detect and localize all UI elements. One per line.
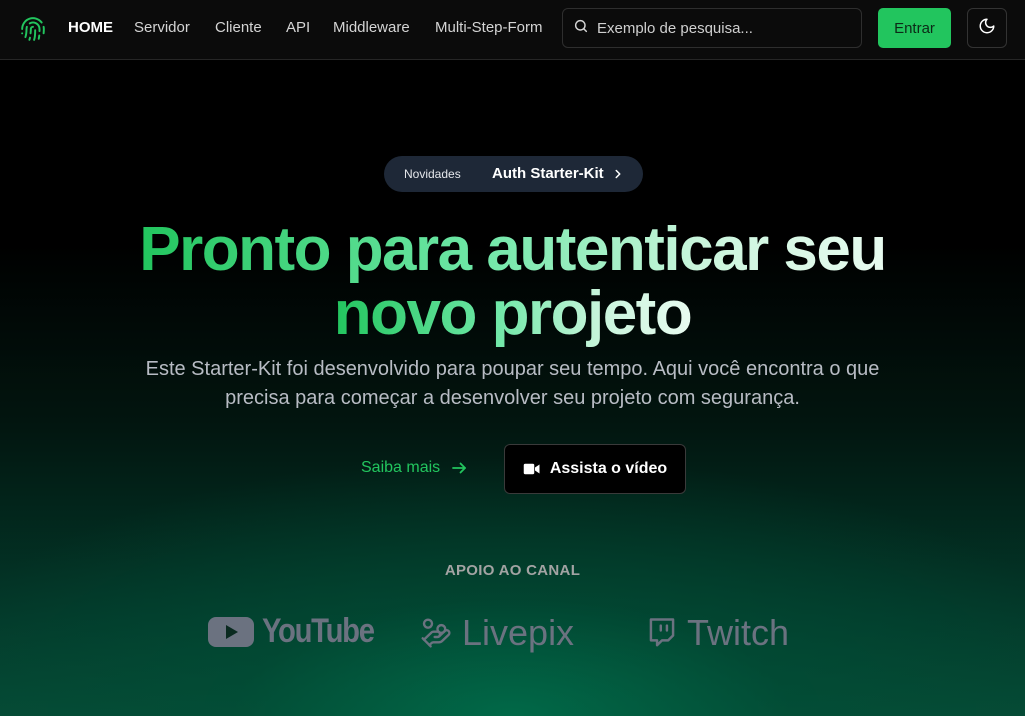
nav-link-api[interactable]: API xyxy=(286,19,310,36)
moon-icon xyxy=(978,17,996,40)
search-box[interactable] xyxy=(562,8,862,48)
search-input[interactable] xyxy=(597,19,847,37)
nav-link-home[interactable]: HOME xyxy=(68,19,113,36)
hero-title-line-2: novo projeto xyxy=(333,279,693,348)
search-icon xyxy=(573,18,589,39)
hero-title: Pronto para autenticar seu novo projeto xyxy=(0,218,1025,346)
badge-title: Auth Starter-Kit xyxy=(492,165,604,182)
nav-link-multi-step-form[interactable]: Multi-Step-Form xyxy=(435,19,543,36)
support-title: APOIO AO CANAL xyxy=(444,562,581,579)
partner-twitch[interactable]: Twitch xyxy=(647,612,789,654)
fingerprint-logo-icon[interactable] xyxy=(20,16,46,42)
partner-twitch-label: Twitch xyxy=(687,612,790,653)
login-button[interactable]: Entrar xyxy=(878,8,951,48)
hand-coin-icon xyxy=(420,617,452,649)
news-badge[interactable]: Novidades Auth Starter-Kit xyxy=(384,156,643,192)
hero-title-line-1: Pronto para autenticar seu xyxy=(139,215,887,284)
partner-livepix-label: Livepix xyxy=(462,612,575,653)
badge-tag: Novidades xyxy=(404,167,461,181)
theme-toggle-button[interactable] xyxy=(967,8,1007,48)
arrow-right-icon xyxy=(450,459,468,477)
watch-video-label: Assista o vídeo xyxy=(549,460,668,477)
learn-more-label: Saiba mais xyxy=(361,459,441,476)
hero-subtitle: Este Starter-Kit foi desenvolvido para p… xyxy=(145,358,880,409)
learn-more-link[interactable]: Saiba mais xyxy=(361,459,468,477)
nav-link-cliente[interactable]: Cliente xyxy=(215,19,262,36)
navbar: HOME Servidor Cliente API Middleware Mul… xyxy=(0,0,1025,60)
partner-livepix[interactable]: Livepix xyxy=(420,612,574,654)
partner-youtube[interactable]: YouTube xyxy=(208,612,392,651)
chevron-right-icon xyxy=(611,166,625,187)
partner-youtube-label: YouTube xyxy=(262,612,375,650)
video-camera-icon xyxy=(523,462,541,476)
nav-link-middleware[interactable]: Middleware xyxy=(333,19,410,36)
nav-link-servidor[interactable]: Servidor xyxy=(134,19,190,36)
twitch-icon xyxy=(647,617,677,649)
youtube-icon xyxy=(208,615,254,649)
watch-video-button[interactable]: Assista o vídeo xyxy=(504,444,686,494)
